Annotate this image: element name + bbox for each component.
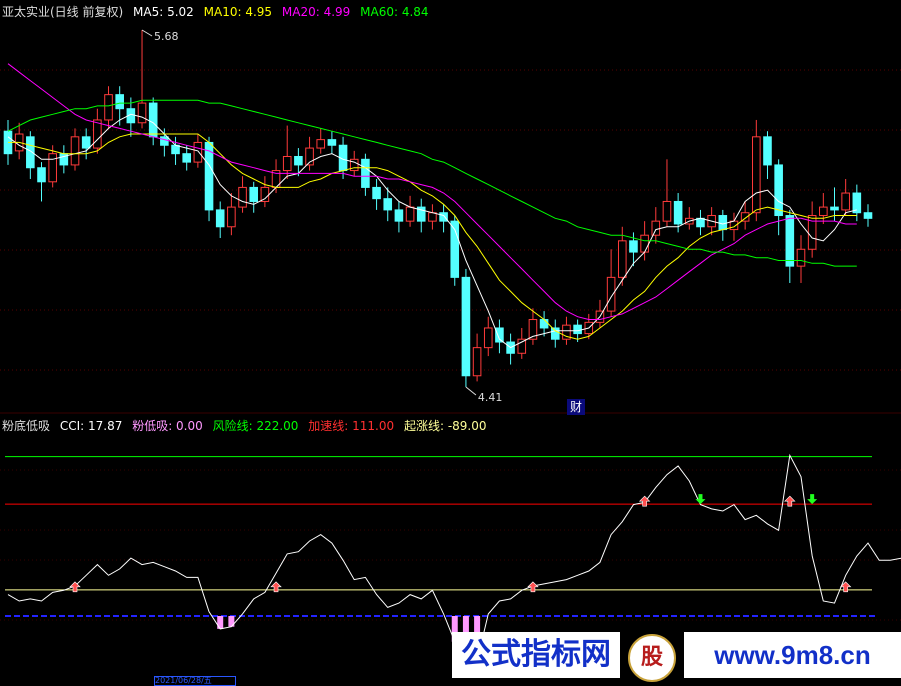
candle-body [160,136,169,146]
candle-body [763,136,772,166]
candle-body [673,200,683,225]
candle-body [852,192,862,214]
high-pointer [141,29,153,37]
candle-body [830,206,839,211]
ma5-line [7,113,857,349]
candle-body [495,327,504,343]
candle-body [461,276,471,377]
candle-body [405,206,415,222]
low-pointer [465,386,477,396]
candle-body [651,220,661,236]
candle-body [238,186,247,208]
candle-body [539,319,549,329]
candle-body [863,212,873,219]
watermark-logo-icon: 股 [628,634,676,682]
candle-body [573,324,582,335]
candle-body [439,212,448,222]
candle-body [517,338,527,354]
candle-body [171,144,180,155]
candle-body [249,186,259,202]
watermark-url: www.9m8.cn [684,632,901,678]
candle-body [372,186,381,200]
candle-body [774,164,783,217]
candle-body [472,347,482,377]
high-price-label: 5.68 [154,30,179,43]
candle-body [193,141,203,163]
candle-body [550,327,560,340]
candle-body [696,217,705,228]
candle-body [182,153,191,163]
candle-body [294,155,303,166]
finance-badge[interactable]: 财 [567,399,585,415]
watermark-site-name: 公式指标网 [452,632,620,678]
candle-body [70,136,80,166]
candle-body [327,139,337,146]
watermark: 公式指标网 股 www.9m8.cn [452,632,901,682]
candle-body [316,139,326,149]
ma10-line [8,133,857,340]
candle-body [606,276,616,312]
candle-body [785,215,795,267]
candle-body [115,94,124,110]
candle-body [483,327,493,349]
candle-body [841,192,850,211]
down-arrow-icon [807,494,818,505]
down-arrow-icon [695,494,706,505]
candle-body [137,102,147,124]
price-chart-canvas[interactable]: 5.68 4.41 [0,0,901,682]
fen-bar [217,616,224,629]
low-price-label: 4.41 [478,391,503,404]
date-cursor-label: 2021/06/28/五 [154,676,236,686]
candle-body [104,94,113,121]
candle-body [215,209,225,228]
candle-body [718,215,728,231]
candle-body [37,167,46,183]
candle-body [617,240,627,278]
candle-body [93,119,102,149]
candle-body [48,153,57,183]
candle-body [662,200,672,222]
candle-body [148,102,158,138]
candle-body [428,212,437,222]
candle-body [26,136,35,169]
candle-body [81,136,91,149]
ma60-line [7,99,857,267]
candle-body [394,209,404,222]
candle-body [361,158,370,188]
candle-body [796,248,806,267]
fen-bar [228,616,235,627]
candle-body [819,206,828,217]
candle-body [383,198,393,211]
candle-body [640,234,649,253]
candle-body [629,240,638,253]
candle-body [260,186,270,202]
candle-body [282,155,292,172]
candle-body [752,136,761,214]
candle-body [227,206,236,228]
